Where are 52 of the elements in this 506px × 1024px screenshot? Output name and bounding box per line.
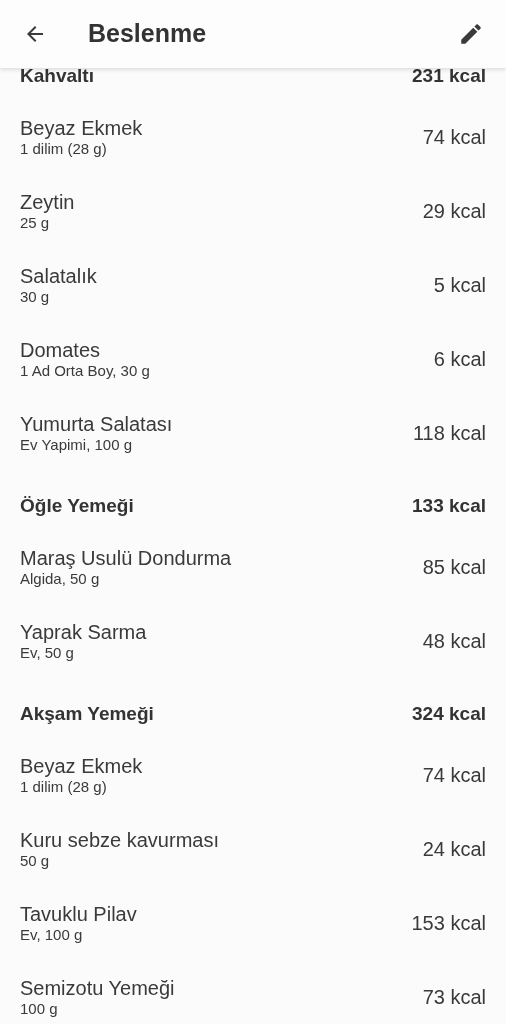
food-calories: 74 kcal xyxy=(422,125,486,150)
food-name: Salatalık xyxy=(20,264,97,288)
food-portion: 50 g xyxy=(20,852,51,870)
food-calories: 29 kcal xyxy=(422,199,486,224)
food-name: Maraş Usulü Dondurma xyxy=(20,546,232,570)
food-portion: Ev, 50 g xyxy=(20,644,75,662)
food-row[interactable]: Maraş Usulü Dondurma Algida, 50 g 85 kcal xyxy=(20,530,486,604)
food-name: Yumurta Salatası xyxy=(20,412,173,436)
meal-name: Kahvaltı xyxy=(20,63,94,88)
food-portion: 1 dilim (28 g) xyxy=(20,140,108,158)
food-row[interactable]: Zeytin 25 g 29 kcal xyxy=(20,174,486,248)
food-name: Yaprak Sarma xyxy=(20,620,147,644)
food-portion: Ev Yapimi, 100 g xyxy=(20,436,133,454)
food-calories: 153 kcal xyxy=(411,911,486,936)
food-name: Kuru sebze kavurması xyxy=(20,828,219,852)
food-calories: 85 kcal xyxy=(422,555,486,580)
food-row[interactable]: Domates 1 Ad Orta Boy, 30 g 6 kcal xyxy=(20,322,486,396)
food-portion: Ev, 100 g xyxy=(20,926,84,944)
food-row[interactable]: Beyaz Ekmek 1 dilim (28 g) 74 kcal xyxy=(20,738,486,812)
food-row[interactable]: Salatalık 30 g 5 kcal xyxy=(20,248,486,322)
food-calories: 74 kcal xyxy=(422,763,486,788)
food-row[interactable]: Semizotu Yemeği 100 g 73 kcal xyxy=(20,960,486,1024)
food-portion: Algida, 50 g xyxy=(20,570,101,588)
page-title: Beslenme xyxy=(88,18,207,50)
food-row[interactable]: Yaprak Sarma Ev, 50 g 48 kcal xyxy=(20,604,486,678)
food-portion: 1 Ad Orta Boy, 30 g xyxy=(20,362,150,380)
food-calories: 5 kcal xyxy=(433,273,486,298)
food-calories: 48 kcal xyxy=(422,629,486,654)
food-name: Domates xyxy=(20,338,102,362)
pencil-icon xyxy=(458,21,484,47)
meal-total: 133 kcal xyxy=(412,493,486,518)
food-calories: 118 kcal xyxy=(413,421,486,446)
food-row[interactable]: Yumurta Salatası Ev Yapimi, 100 g 118 kcal xyxy=(20,396,486,470)
food-name: Tavuklu Pilav xyxy=(20,902,137,926)
food-portion: 1 dilim (28 g) xyxy=(20,778,108,796)
meal-total: 231 kcal xyxy=(412,63,486,88)
food-portion: 30 g xyxy=(20,288,51,306)
meal-name: Akşam Yemeği xyxy=(20,701,154,726)
food-calories: 73 kcal xyxy=(422,985,486,1010)
food-row[interactable]: Tavuklu Pilav Ev, 100 g 153 kcal xyxy=(20,886,486,960)
food-name: Beyaz Ekmek xyxy=(20,116,143,140)
food-name: Zeytin xyxy=(20,190,75,214)
meal-total: 324 kcal xyxy=(412,701,486,726)
food-row[interactable]: Beyaz Ekmek 1 dilim (28 g) 74 kcal xyxy=(20,100,486,174)
food-name: Semizotu Yemeği xyxy=(20,976,175,1000)
food-calories: 6 kcal xyxy=(433,347,486,372)
meal-name: Öğle Yemeği xyxy=(20,493,134,518)
food-portion: 25 g xyxy=(20,214,51,232)
food-calories: 24 kcal xyxy=(422,837,486,862)
food-portion: 100 g xyxy=(20,1000,59,1018)
food-row[interactable]: Kuru sebze kavurması 50 g 24 kcal xyxy=(20,812,486,886)
food-name: Beyaz Ekmek xyxy=(20,754,143,778)
